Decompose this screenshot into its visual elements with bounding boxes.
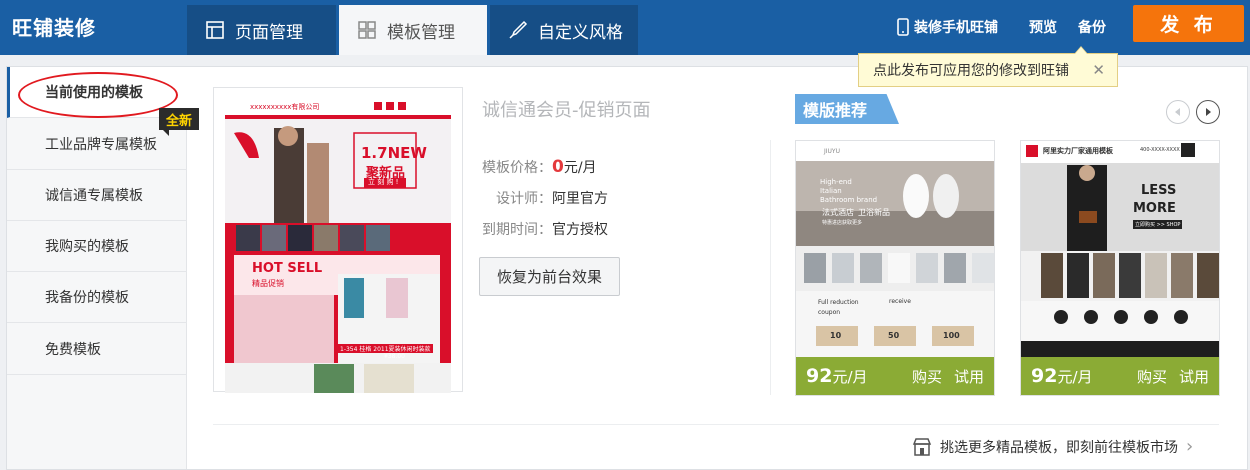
mobile-phone-icon (897, 18, 909, 36)
card-2-phone: 400-XXXX-XXXX (1140, 147, 1180, 153)
template-market-link[interactable]: 挑选更多精品模板，即刻前往模板市场 › (912, 436, 1193, 457)
tab-label: 模板管理 (387, 22, 455, 43)
carousel-next-button[interactable] (1196, 100, 1220, 124)
tooltip-arrow (1074, 46, 1088, 54)
card-1-coupon-label: Full reduction coupon (818, 299, 859, 316)
new-badge: 全新 (159, 108, 199, 136)
card-1-footer: 92元/月 购买 试用 (796, 357, 994, 395)
tab-template-management[interactable]: 模板管理 (339, 5, 487, 55)
thumb-caption: 1-354 桂格 2011夏装休闲时装款 (338, 344, 433, 353)
arrow-right-icon (1206, 108, 1211, 116)
card-1-price-unit: 元/月 (832, 368, 868, 386)
card-2-shop-button: 立即购买 >> SHOP (1133, 220, 1183, 229)
store-icon (912, 437, 932, 456)
thumb-banner-title: 1.7NEW (361, 144, 427, 162)
close-icon[interactable]: ✕ (1092, 61, 1105, 79)
mobile-shop-label: 装修手机旺铺 (914, 20, 998, 36)
designer-label: 设计师： (496, 191, 552, 207)
chevron-right-icon: › (1186, 436, 1194, 457)
card-1-price: 92元/月 (796, 365, 906, 387)
publish-tooltip: 点此发布可应用您的修改到旺铺 ✕ (858, 46, 1118, 87)
tab-label: 自定义风格 (538, 22, 623, 43)
sidebar-item-label: 当前使用的模板 (45, 85, 143, 101)
card-1-headline-2: Italian (820, 187, 842, 195)
template-market-label: 挑选更多精品模板，即刻前往模板市场 (940, 439, 1178, 456)
footer-divider (213, 424, 1219, 425)
sidebar-item-label: 我购买的模板 (45, 239, 129, 255)
recommend-card-2[interactable]: 阿里实力厂家通用模板 400-XXXX-XXXX LESS MORE 立即购买 … (1020, 140, 1220, 396)
card-1-headline-1: High-end (820, 178, 852, 186)
template-name: 诚信通会员-促销页面 (482, 100, 651, 121)
card-2-footer: 92元/月 购买 试用 (1021, 357, 1219, 395)
preview-link[interactable]: 预览 (1029, 17, 1057, 37)
restore-button[interactable]: 恢复为前台效果 (479, 257, 620, 296)
thumb-hot-sub: 精品促销 (252, 279, 284, 288)
price-label: 模板价格： (482, 160, 552, 176)
card-2-buy-button[interactable]: 购买 (1137, 366, 1167, 387)
recommend-card-1[interactable]: JIUYU High-end Italian Bathroom brand 法式… (795, 140, 995, 396)
brand-title: 旺铺装修 (12, 16, 96, 40)
card-1-cn-3: 特惠进店获取更多 (822, 220, 863, 226)
card-2-trial-button[interactable]: 试用 (1179, 366, 1209, 387)
vertical-divider (770, 140, 771, 395)
publish-button[interactable]: 发 布 (1133, 5, 1244, 42)
expiry-value: 官方授权 (552, 222, 608, 238)
card-1-headline-3: Bathroom brand (820, 196, 878, 204)
sidebar-item-purchased[interactable]: 我购买的模板 (7, 221, 187, 272)
card-2-less: LESS (1141, 183, 1177, 198)
designer-row: 设计师：阿里官方 (496, 188, 608, 208)
card-1-preview-image (796, 141, 994, 359)
price-row: 模板价格：0元/月 (482, 157, 597, 177)
designer-value: 阿里官方 (552, 191, 608, 207)
card-2-price: 92元/月 (1021, 365, 1131, 387)
sidebar-item-backup[interactable]: 我备份的模板 (7, 272, 187, 323)
sidebar-item-chengxintong[interactable]: 诚信通专属模板 (7, 170, 187, 221)
carousel-prev-button[interactable] (1166, 100, 1190, 124)
arrow-left-icon (1175, 108, 1180, 116)
card-1-coupon-2: 50 (888, 331, 900, 340)
sidebar-item-label: 免费模板 (45, 342, 101, 358)
tab-page-management[interactable]: 页面管理 (187, 5, 336, 55)
tab-custom-style[interactable]: 自定义风格 (490, 5, 638, 55)
tab-label: 页面管理 (235, 22, 303, 43)
card-1-buy-button[interactable]: 购买 (912, 366, 942, 387)
card-1-receive: receive (889, 298, 911, 305)
tooltip-text: 点此发布可应用您的修改到旺铺 (873, 63, 1069, 79)
thumb-hot-title: HOT SELL (252, 261, 323, 276)
card-1-brand: JIUYU (824, 148, 840, 155)
current-template-thumbnail[interactable]: xxxxxxxxxx有限公司 1.7NEW 聚新品 立 刻 购 ! HOT SE… (213, 87, 463, 393)
sidebar-item-label: 工业品牌专属模板 (45, 137, 157, 153)
top-bar: 旺铺装修 页面管理 模板管理 自定义风格 装修手机旺铺 预览 备份 (0, 0, 1250, 55)
backup-link[interactable]: 备份 (1078, 17, 1106, 37)
card-1-trial-button[interactable]: 试用 (954, 366, 984, 387)
card-1-cn-1: 法式酒店 (822, 208, 854, 217)
brush-icon (509, 20, 528, 39)
mobile-shop-link[interactable]: 装修手机旺铺 (897, 17, 998, 37)
thumb-banner-button: 立 刻 购 ! (368, 178, 399, 186)
expiry-row: 到期时间：官方授权 (482, 219, 608, 239)
card-1-coupon-3: 100 (943, 331, 960, 340)
card-2-preview-image (1021, 141, 1219, 359)
card-1-cn-2: 卫浴新品 (858, 208, 890, 217)
recommend-title: 模版推荐 (795, 94, 899, 124)
price-unit: 元/月 (563, 160, 597, 176)
card-2-more: MORE (1133, 201, 1176, 216)
sidebar-item-label: 诚信通专属模板 (45, 188, 143, 204)
page-icon (206, 21, 224, 39)
sidebar-item-free[interactable]: 免费模板 (7, 324, 187, 375)
price-value: 0 (552, 157, 564, 177)
expiry-label: 到期时间： (482, 222, 552, 238)
thumb-company: xxxxxxxxxx有限公司 (250, 103, 320, 111)
card-1-coupon-1: 10 (830, 331, 842, 340)
thumb-price-tag: ¥38.00 (384, 353, 405, 360)
card-2-price-value: 92 (1031, 365, 1058, 387)
card-1-price-value: 92 (806, 365, 833, 387)
card-2-title: 阿里实力厂家通用模板 (1043, 147, 1113, 155)
template-grid-icon (358, 21, 376, 39)
card-2-price-unit: 元/月 (1057, 368, 1093, 386)
sidebar-item-label: 我备份的模板 (45, 290, 129, 306)
